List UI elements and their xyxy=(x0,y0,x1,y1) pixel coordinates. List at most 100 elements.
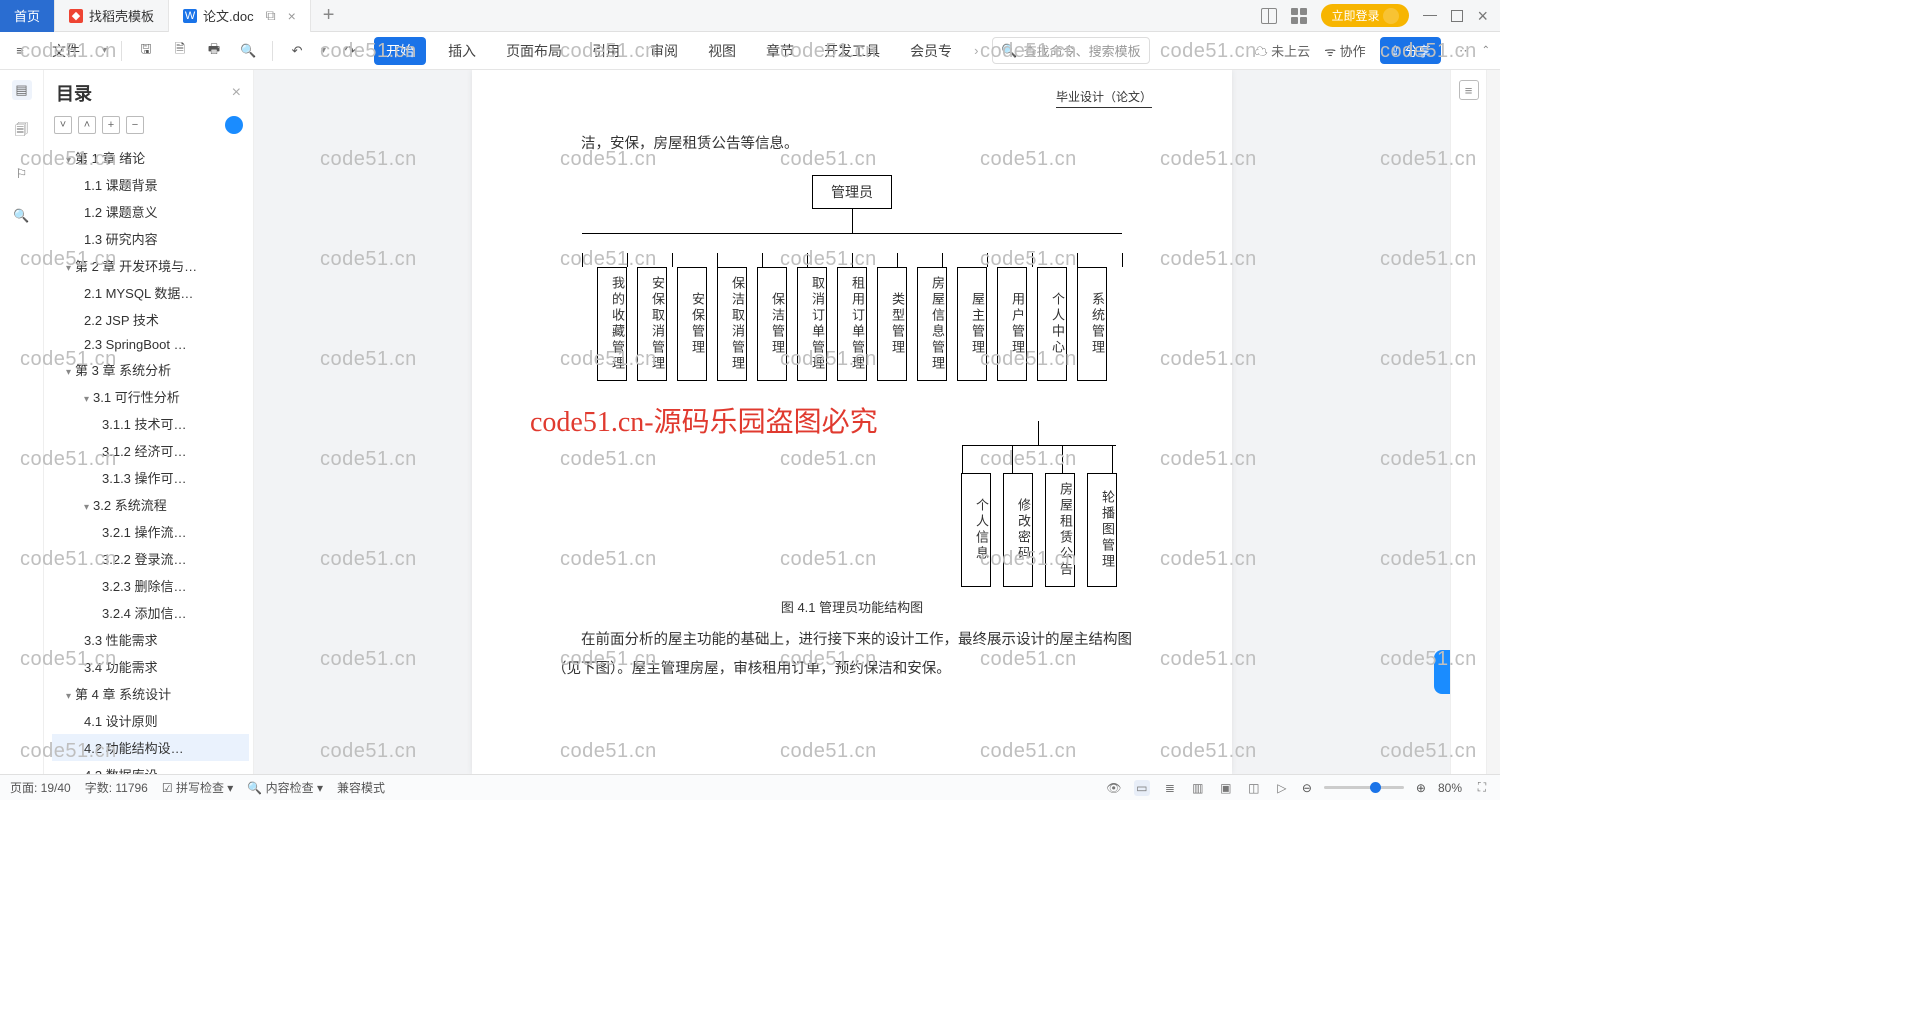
menu-review[interactable]: 审阅 xyxy=(642,37,686,65)
copy-icon[interactable]: 🗐 xyxy=(12,122,32,142)
toc-panel: 目录 × ˅ ˄ + − ▾第 1 章 绪论1.1 课题背景1.2 课题意义1.… xyxy=(44,70,254,774)
toc-item[interactable]: 3.2.1 操作流… xyxy=(52,518,249,545)
menu-view[interactable]: 视图 xyxy=(700,37,744,65)
outline-icon[interactable]: ▤ xyxy=(12,80,32,100)
window-close-button[interactable]: × xyxy=(1477,7,1488,25)
toc-remove-icon[interactable]: − xyxy=(126,116,144,134)
eye-icon[interactable]: 👁 xyxy=(1106,780,1122,796)
zoom-out-icon[interactable]: ⊖ xyxy=(1302,781,1312,795)
toc-item[interactable]: ▾第 4 章 系统设计 xyxy=(52,680,249,707)
tab-document[interactable]: W 论文.doc ⧉ × xyxy=(169,0,311,32)
toc-ai-icon[interactable] xyxy=(225,116,243,134)
org-node: 修改密码 xyxy=(1003,473,1033,587)
view-focus-icon[interactable]: ◫ xyxy=(1246,780,1262,796)
toc-item[interactable]: 2.3 SpringBoot … xyxy=(52,333,249,356)
print-icon[interactable]: 🖶 xyxy=(204,41,224,61)
toc-item[interactable]: ▾3.2 系统流程 xyxy=(52,491,249,518)
scrollbar[interactable] xyxy=(1486,70,1500,774)
toc-collapse-icon[interactable]: ˅ xyxy=(54,116,72,134)
toc-item[interactable]: 3.2.4 添加信… xyxy=(52,599,249,626)
zoom-value[interactable]: 80% xyxy=(1438,781,1462,795)
toc-close-icon[interactable]: × xyxy=(232,84,241,102)
org-node: 取消订单管理 xyxy=(797,267,827,381)
toc-item[interactable]: 1.1 课题背景 xyxy=(52,171,249,198)
status-bar: 页面: 19/40 字数: 11796 ☑ 拼写检查 ▾ 🔍 内容检查 ▾ 兼容… xyxy=(0,774,1500,800)
toc-item[interactable]: 1.3 研究内容 xyxy=(52,225,249,252)
toc-item[interactable]: 1.2 课题意义 xyxy=(52,198,249,225)
maximize-button[interactable] xyxy=(1451,10,1463,22)
menu-start[interactable]: 开始 xyxy=(374,37,426,65)
save-icon[interactable]: 🖫 xyxy=(136,41,156,61)
view-web-icon[interactable]: ▥ xyxy=(1190,780,1206,796)
bookmark-icon[interactable]: ⚐ xyxy=(12,164,32,184)
add-tab-button[interactable]: + xyxy=(311,4,347,27)
toc-item[interactable]: 3.2.3 删除信… xyxy=(52,572,249,599)
zoom-in-icon[interactable]: ⊕ xyxy=(1416,781,1426,795)
page-indicator[interactable]: 页面: 19/40 xyxy=(10,779,71,796)
toc-item[interactable]: 3.1.1 技术可… xyxy=(52,410,249,437)
popout-icon[interactable]: ⧉ xyxy=(266,7,276,24)
org-node: 安保取消管理 xyxy=(637,267,667,381)
menu-pagelayout[interactable]: 页面布局 xyxy=(498,37,570,65)
toc-item[interactable]: 4.2 功能结构设… xyxy=(52,734,249,761)
view-outline-icon[interactable]: ≣ xyxy=(1162,780,1178,796)
fullscreen-icon[interactable]: ⛶ xyxy=(1474,780,1490,796)
word-count[interactable]: 字数: 11796 xyxy=(85,779,148,796)
command-search[interactable]: 🔍 查找命令、搜索模板 xyxy=(992,37,1149,64)
toc-item[interactable]: ▾3.1 可行性分析 xyxy=(52,383,249,410)
tab-home[interactable]: 首页 xyxy=(0,0,55,32)
more-icon[interactable]: ⋯ xyxy=(1455,43,1468,59)
cloud-status[interactable]: ☁ 未上云 xyxy=(1255,41,1311,60)
menu-devtools[interactable]: 开发工具 xyxy=(816,37,888,65)
toc-item[interactable]: 2.2 JSP 技术 xyxy=(52,306,249,333)
search-icon: 🔍 xyxy=(1001,43,1017,59)
toc-item[interactable]: 3.3 性能需求 xyxy=(52,626,249,653)
find-icon[interactable]: 🔍 xyxy=(12,206,32,226)
paragraph: 在前面分析的屋主功能的基础上，进行接下来的设计工作，最终展示设计的屋主结构图（见… xyxy=(552,626,1152,684)
file-menu[interactable]: 文件 xyxy=(44,37,88,65)
collapse-ribbon-icon[interactable]: ⌃ xyxy=(1482,45,1490,56)
view-read-icon[interactable]: ▣ xyxy=(1218,780,1234,796)
compat-mode[interactable]: 兼容模式 xyxy=(337,779,385,796)
org-node: 用户管理 xyxy=(997,267,1027,381)
toc-item[interactable]: 4.1 设计原则 xyxy=(52,707,249,734)
minimize-button[interactable] xyxy=(1423,15,1437,17)
toc-item[interactable]: 3.1.2 经济可… xyxy=(52,437,249,464)
menu-section[interactable]: 章节 xyxy=(758,37,802,65)
close-icon[interactable]: × xyxy=(288,8,296,24)
undo-icon[interactable]: ↶ xyxy=(287,41,307,61)
spellcheck-button[interactable]: ☑ 拼写检查 ▾ xyxy=(162,779,233,796)
panel-toggle-icon[interactable]: ≡ xyxy=(1459,80,1479,100)
document-canvas[interactable]: 毕业设计（论文） 洁，安保，房屋租赁公告等信息。 管理员 我的收藏管理安保取消管… xyxy=(254,70,1450,774)
menu-insert[interactable]: 插入 xyxy=(440,37,484,65)
menu-member[interactable]: 会员专 xyxy=(902,37,960,65)
side-handle[interactable] xyxy=(1434,650,1450,694)
toc-item[interactable]: 3.4 功能需求 xyxy=(52,653,249,680)
contentcheck-button[interactable]: 🔍 内容检查 ▾ xyxy=(247,779,323,796)
toc-item[interactable]: ▾第 2 章 开发环境与… xyxy=(52,252,249,279)
toc-add-icon[interactable]: + xyxy=(102,116,120,134)
toc-expand-icon[interactable]: ˄ xyxy=(78,116,96,134)
tab-template[interactable]: ◆ 找稻壳模板 xyxy=(55,0,169,32)
word-icon: W xyxy=(183,9,197,23)
share-button[interactable]: ⇪ 分享 xyxy=(1380,37,1441,64)
menu-reference[interactable]: 引用 xyxy=(584,37,628,65)
menu-icon[interactable]: ≡ xyxy=(10,41,30,61)
view-page-icon[interactable]: ▭ xyxy=(1134,780,1150,796)
toc-item[interactable]: 2.1 MYSQL 数据… xyxy=(52,279,249,306)
login-button[interactable]: 立即登录 xyxy=(1321,4,1409,27)
preview-icon[interactable]: 🔍 xyxy=(238,41,258,61)
coop-button[interactable]: ᯤ 协作 xyxy=(1324,41,1366,60)
org-node: 系统管理 xyxy=(1077,267,1107,381)
toc-item[interactable]: 3.1.3 操作可… xyxy=(52,464,249,491)
toc-item[interactable]: ▾第 3 章 系统分析 xyxy=(52,356,249,383)
redo-icon[interactable]: ↷ xyxy=(340,41,360,61)
toc-item[interactable]: 3.2.2 登录流… xyxy=(52,545,249,572)
zoom-slider[interactable] xyxy=(1324,786,1404,789)
toc-item[interactable]: ▾第 1 章 绪论 xyxy=(52,144,249,171)
layout-icon[interactable] xyxy=(1261,8,1277,24)
apps-icon[interactable] xyxy=(1291,8,1307,24)
save-as-icon[interactable]: 🗎 xyxy=(170,41,190,61)
toc-item[interactable]: 4.3 数据库设… xyxy=(52,761,249,774)
settings-icon[interactable]: ▷ xyxy=(1274,780,1290,796)
